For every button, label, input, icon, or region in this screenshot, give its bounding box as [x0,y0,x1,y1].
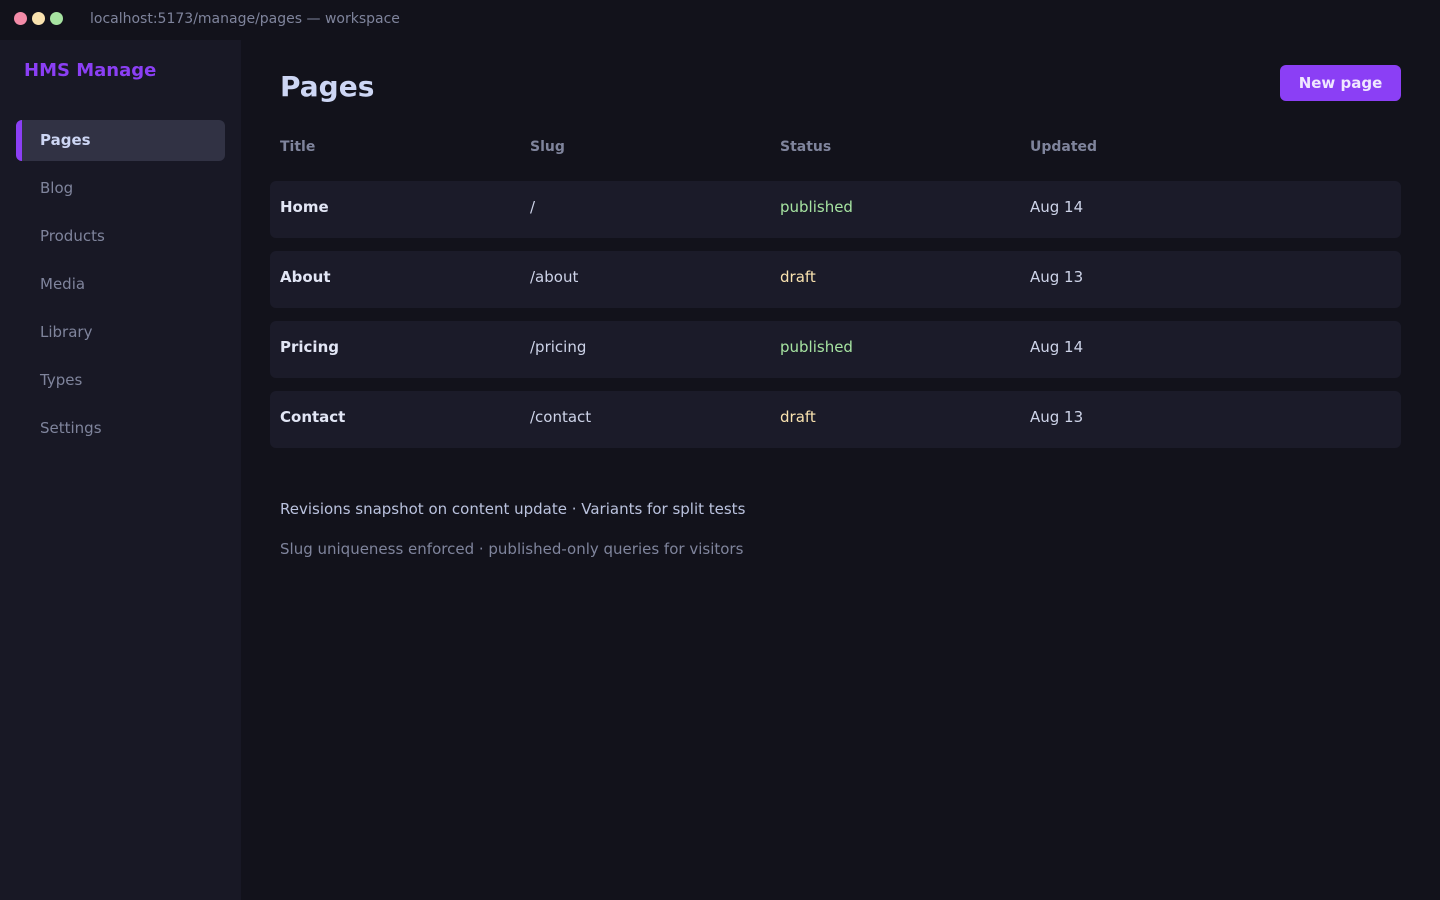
column-header-status[interactable]: Status [780,139,831,155]
status-badge: draft [780,268,816,286]
row-title: Pricing [280,338,339,356]
column-header-slug[interactable]: Slug [530,139,565,155]
sidebar-item-pages[interactable]: Pages [16,120,225,161]
table-row[interactable]: Contact /contact draft Aug 13 [270,391,1401,448]
sidebar-item-media[interactable]: Media [16,264,225,305]
row-title: Home [280,198,329,216]
row-slug: /pricing [530,338,587,356]
column-header-updated[interactable]: Updated [1030,139,1097,155]
status-badge: published [780,338,853,356]
row-updated: Aug 14 [1030,338,1084,356]
sidebar-item-settings[interactable]: Settings [16,408,225,449]
main-content: Pages New page Title Slug Status Updated… [241,40,1440,900]
row-slug: /contact [530,408,592,426]
maximize-window-button[interactable] [50,12,63,25]
new-page-button[interactable]: New page [1280,65,1401,101]
table-row[interactable]: Pricing /pricing published Aug 14 [270,321,1401,378]
column-header-title[interactable]: Title [280,139,315,155]
row-slug: /about [530,268,579,286]
address-bar-url: localhost:5173/manage/pages — workspace [90,11,400,27]
row-updated: Aug 14 [1030,198,1084,216]
page-title: Pages [280,70,375,103]
row-updated: Aug 13 [1030,268,1084,286]
row-title: Contact [280,408,346,426]
row-updated: Aug 13 [1030,408,1084,426]
info-note-primary: Revisions snapshot on content update · V… [280,500,746,518]
table-row[interactable]: Home / published Aug 14 [270,181,1401,238]
sidebar-item-library[interactable]: Library [16,312,225,353]
row-title: About [280,268,331,286]
minimize-window-button[interactable] [32,12,45,25]
info-note-secondary: Slug uniqueness enforced · published-onl… [280,540,744,558]
close-window-button[interactable] [14,12,27,25]
window-titlebar: localhost:5173/manage/pages — workspace [0,0,1440,40]
sidebar-item-blog[interactable]: Blog [16,168,225,209]
sidebar: HMS Manage Pages Blog Products Media Lib… [0,40,241,900]
sidebar-item-types[interactable]: Types [16,360,225,401]
brand-logo: HMS Manage [24,60,157,81]
table-row[interactable]: About /about draft Aug 13 [270,251,1401,308]
status-badge: draft [780,408,816,426]
row-slug: / [530,198,536,216]
status-badge: published [780,198,853,216]
sidebar-item-products[interactable]: Products [16,216,225,257]
